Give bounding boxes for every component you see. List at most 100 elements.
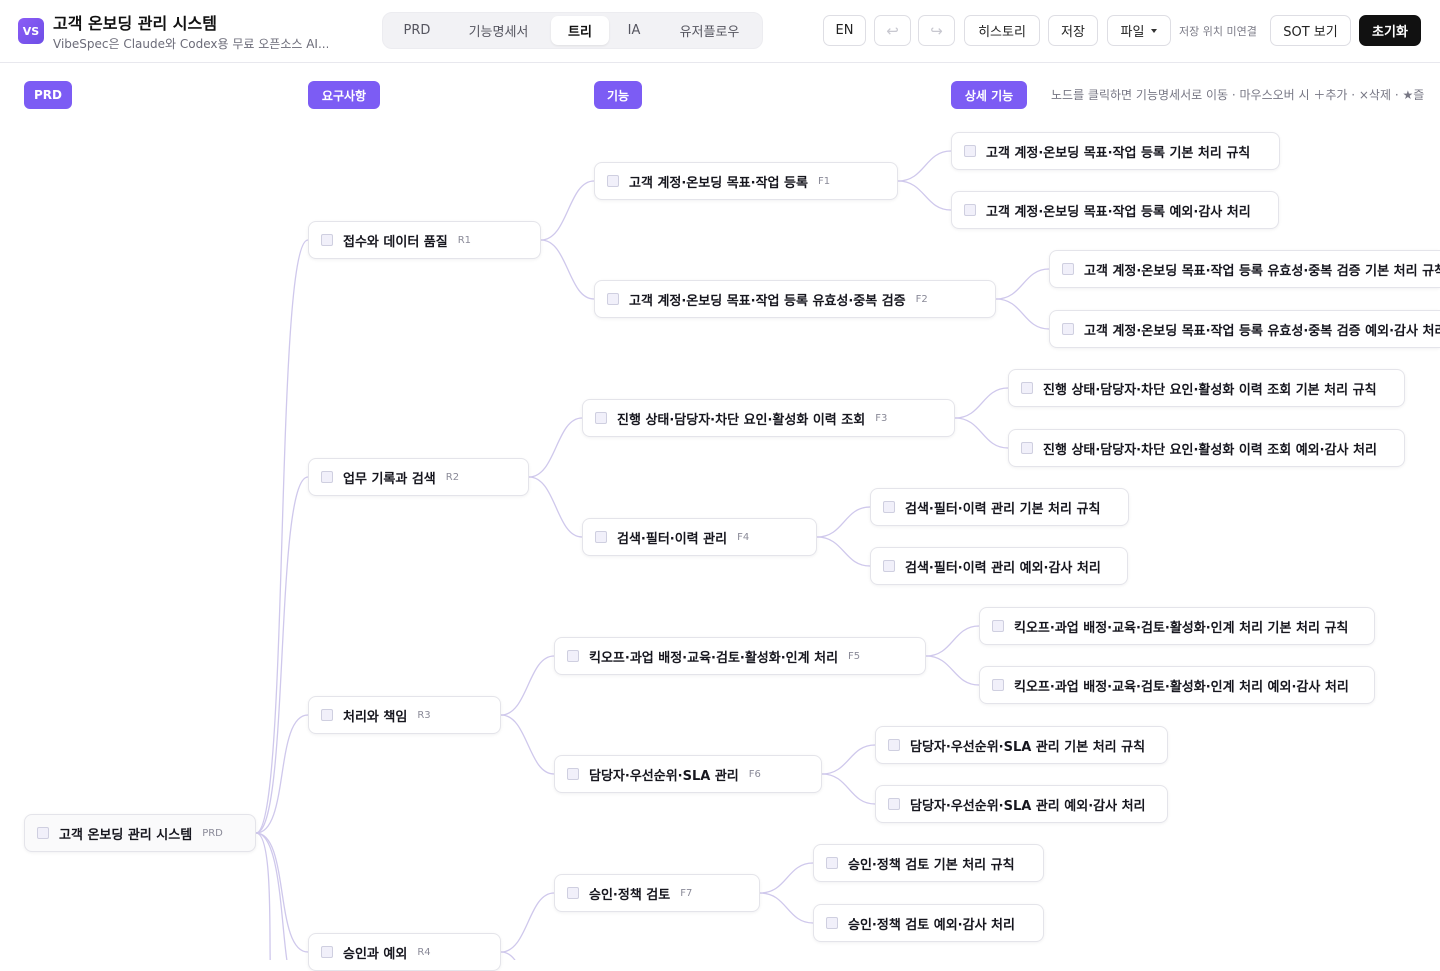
node-checkbox[interactable] <box>883 560 895 572</box>
node-code: F1 <box>817 175 831 187</box>
node-checkbox[interactable] <box>1062 323 1074 335</box>
node-checkbox[interactable] <box>1021 382 1033 394</box>
node-label: 킥오프·과업 배정·교육·검토·활성화·인계 처리 예외·감사 처리 <box>1014 679 1349 695</box>
node-label: 진행 상태·담당자·차단 요인·활성화 이력 조회 예외·감사 처리 <box>1043 442 1377 458</box>
node-label: 킥오프·과업 배정·교육·검토·활성화·인계 처리 <box>589 650 839 666</box>
edge <box>759 862 814 894</box>
node-label: 킥오프·과업 배정·교육·검토·활성화·인계 처리 기본 처리 규칙 <box>1014 620 1349 636</box>
tree-node-detail[interactable]: 고객 계정·온보딩 목표·작업 등록 유효성·중복 검증 예외·감사 처리 <box>1049 310 1440 348</box>
node-label: 승인·정책 검토 예외·감사 처리 <box>848 917 1015 933</box>
tree-node-detail[interactable]: 고객 계정·온보딩 목표·작업 등록 예외·감사 처리 <box>951 191 1279 229</box>
tree-node-detail[interactable]: 킥오프·과업 배정·교육·검토·활성화·인계 처리 기본 처리 규칙 <box>979 607 1375 645</box>
node-checkbox[interactable] <box>964 145 976 157</box>
tree-node-feature[interactable]: 담당자·우선순위·SLA 관리 F6 <box>554 755 822 793</box>
edge <box>500 951 516 960</box>
node-checkbox[interactable] <box>888 739 900 751</box>
tree-node-feature[interactable]: 고객 계정·온보딩 목표·작업 등록 유효성·중복 검증 F2 <box>594 280 996 318</box>
edge <box>255 832 271 960</box>
node-label: 승인·정책 검토 기본 처리 규칙 <box>848 857 1015 873</box>
node-label: 담당자·우선순위·SLA 관리 기본 처리 규칙 <box>910 739 1146 755</box>
node-label: 진행 상태·담당자·차단 요인·활성화 이력 조회 <box>617 412 866 428</box>
node-label: 접수와 데이터 품질 <box>343 234 448 250</box>
edge <box>500 655 555 716</box>
tree-node-detail[interactable]: 킥오프·과업 배정·교육·검토·활성화·인계 처리 예외·감사 처리 <box>979 666 1375 704</box>
edge <box>540 180 595 241</box>
node-checkbox[interactable] <box>883 501 895 513</box>
edge <box>528 476 583 538</box>
tree-node-feature[interactable]: 검색·필터·이력 관리 F4 <box>582 518 817 556</box>
tree-node-requirement[interactable]: 업무 기록과 검색 R2 <box>308 458 529 496</box>
node-label: 고객 계정·온보딩 목표·작업 등록 유효성·중복 검증 예외·감사 처리 <box>1084 323 1440 339</box>
tree-node-detail[interactable]: 담당자·우선순위·SLA 관리 기본 처리 규칙 <box>875 726 1168 764</box>
edge <box>500 892 555 953</box>
edge <box>500 714 555 775</box>
node-checkbox[interactable] <box>321 471 333 483</box>
node-label: 담당자·우선순위·SLA 관리 <box>589 768 739 784</box>
node-code: F3 <box>875 412 888 424</box>
node-checkbox[interactable] <box>826 857 838 869</box>
node-checkbox[interactable] <box>888 798 900 810</box>
node-checkbox[interactable] <box>321 946 333 958</box>
tree-node-feature[interactable]: 승인·정책 검토 F7 <box>554 874 760 912</box>
node-label: 승인과 예외 <box>343 946 408 962</box>
edge <box>995 298 1050 330</box>
node-checkbox[interactable] <box>607 175 619 187</box>
node-code: R3 <box>417 709 431 721</box>
edge <box>255 832 309 953</box>
node-checkbox[interactable] <box>1062 263 1074 275</box>
node-checkbox[interactable] <box>567 768 579 780</box>
edge <box>255 239 309 834</box>
tree-node-root[interactable]: 고객 온보딩 관리 시스템 PRD <box>24 814 256 852</box>
node-checkbox[interactable] <box>826 917 838 929</box>
tree-node-feature[interactable]: 진행 상태·담당자·차단 요인·활성화 이력 조회 F3 <box>582 399 955 437</box>
node-checkbox[interactable] <box>567 887 579 899</box>
node-label: 진행 상태·담당자·차단 요인·활성화 이력 조회 기본 처리 규칙 <box>1043 382 1377 398</box>
edge <box>897 180 952 211</box>
edge <box>954 417 1009 449</box>
edge <box>255 714 309 834</box>
node-checkbox[interactable] <box>992 620 1004 632</box>
tree-node-detail[interactable]: 진행 상태·담당자·차단 요인·활성화 이력 조회 예외·감사 처리 <box>1008 429 1405 467</box>
tree-node-feature[interactable]: 고객 계정·온보딩 목표·작업 등록 F1 <box>594 162 898 200</box>
node-code: R2 <box>445 471 460 483</box>
node-code: F2 <box>915 293 928 305</box>
node-label: 검색·필터·이력 관리 예외·감사 처리 <box>905 560 1101 576</box>
tree-node-detail[interactable]: 고객 계정·온보딩 목표·작업 등록 기본 처리 규칙 <box>951 132 1280 170</box>
tree-node-requirement[interactable]: 접수와 데이터 품질 R1 <box>308 221 541 259</box>
node-checkbox[interactable] <box>321 709 333 721</box>
tree-node-detail[interactable]: 승인·정책 검토 기본 처리 규칙 <box>813 844 1044 882</box>
node-checkbox[interactable] <box>595 412 607 424</box>
node-label: 검색·필터·이력 관리 기본 처리 규칙 <box>905 501 1101 517</box>
node-checkbox[interactable] <box>607 293 619 305</box>
tree-node-requirement[interactable]: 승인과 예외 R4 <box>308 933 501 971</box>
node-code: R4 <box>417 946 431 958</box>
tree-node-detail[interactable]: 담당자·우선순위·SLA 관리 예외·감사 처리 <box>875 785 1168 823</box>
node-checkbox[interactable] <box>321 234 333 246</box>
tree-node-requirement[interactable]: 처리와 책임 R3 <box>308 696 501 734</box>
tree-node-detail[interactable]: 승인·정책 검토 예외·감사 처리 <box>813 904 1044 942</box>
tree-node-detail[interactable]: 검색·필터·이력 관리 기본 처리 규칙 <box>870 488 1129 526</box>
tree-node-feature[interactable]: 킥오프·과업 배정·교육·검토·활성화·인계 처리 F5 <box>554 637 926 675</box>
edge <box>821 744 876 775</box>
node-checkbox[interactable] <box>964 204 976 216</box>
tree-node-detail[interactable]: 진행 상태·담당자·차단 요인·활성화 이력 조회 기본 처리 규칙 <box>1008 369 1405 407</box>
node-checkbox[interactable] <box>1021 442 1033 454</box>
node-label: 고객 계정·온보딩 목표·작업 등록 유효성·중복 검증 <box>629 293 906 309</box>
edge <box>540 239 595 300</box>
node-label: 검색·필터·이력 관리 <box>617 531 728 547</box>
tree-node-detail[interactable]: 고객 계정·온보딩 목표·작업 등록 유효성·중복 검증 기본 처리 규칙 <box>1049 250 1440 288</box>
edge <box>821 773 876 805</box>
node-code: F4 <box>737 531 750 543</box>
node-label: 고객 계정·온보딩 목표·작업 등록 유효성·중복 검증 기본 처리 규칙 <box>1084 263 1440 279</box>
tree-node-detail[interactable]: 검색·필터·이력 관리 예외·감사 처리 <box>870 547 1128 585</box>
node-checkbox[interactable] <box>992 679 1004 691</box>
node-checkbox[interactable] <box>595 531 607 543</box>
node-checkbox[interactable] <box>37 827 49 839</box>
node-checkbox[interactable] <box>567 650 579 662</box>
node-code: F7 <box>680 887 693 899</box>
node-label: 고객 계정·온보딩 목표·작업 등록 기본 처리 규칙 <box>986 145 1251 161</box>
edge <box>816 536 871 567</box>
node-code: PRD <box>202 827 223 839</box>
node-label: 승인·정책 검토 <box>589 887 671 903</box>
edge <box>528 417 583 478</box>
